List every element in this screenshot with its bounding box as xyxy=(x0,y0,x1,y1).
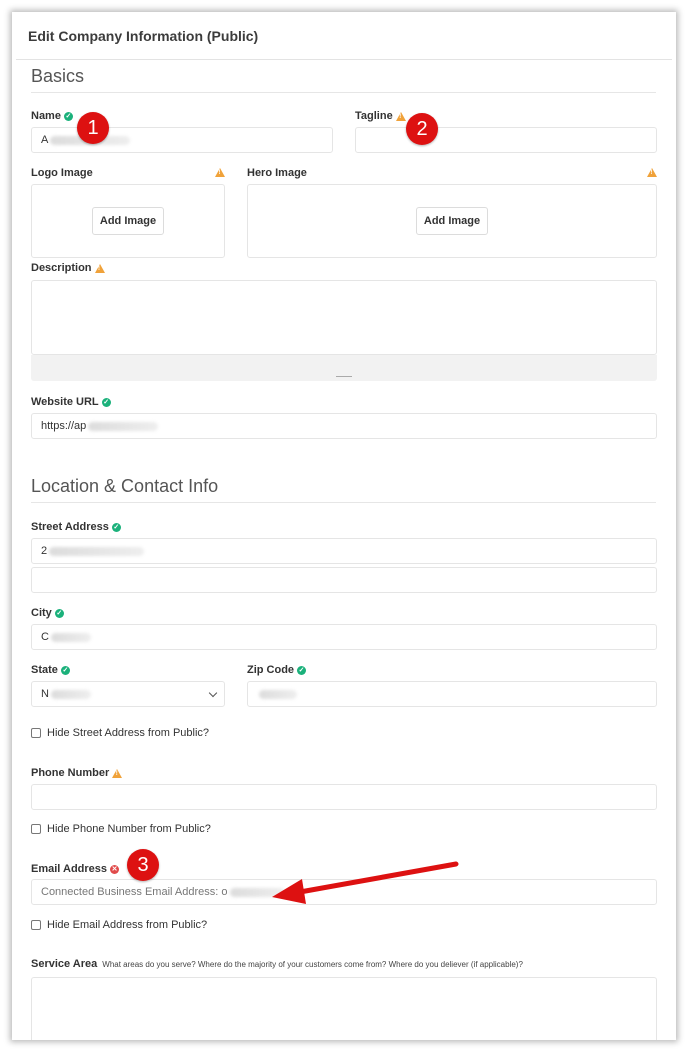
state-select[interactable]: N xyxy=(31,681,225,707)
edit-company-panel: Edit Company Information (Public) Basics… xyxy=(12,12,676,1040)
hide-street-row[interactable]: Hide Street Address from Public? xyxy=(31,727,209,739)
zip-code-input[interactable] xyxy=(247,681,657,707)
check-circle-icon: ✓ xyxy=(297,665,307,675)
state-label: State ✓ xyxy=(31,664,70,676)
redacted-text xyxy=(88,421,159,431)
section-title-location: Location & Contact Info xyxy=(31,476,219,496)
section-title-basics: Basics xyxy=(31,66,85,86)
service-area-hint: What areas do you serve? Where do the ma… xyxy=(102,959,523,969)
description-label: Description xyxy=(31,262,105,274)
hide-email-checkbox[interactable] xyxy=(31,920,41,930)
annotation-badge-2: 2 xyxy=(406,113,438,145)
editor-resize-bar[interactable] xyxy=(31,355,657,381)
city-input[interactable]: C xyxy=(31,624,657,650)
phone-number-input[interactable] xyxy=(31,784,657,810)
section-divider xyxy=(31,502,656,503)
chevron-down-icon[interactable] xyxy=(208,688,218,698)
zip-code-label: Zip Code ✓ xyxy=(247,664,307,676)
check-circle-icon: ✓ xyxy=(54,608,64,618)
tagline-label: Tagline xyxy=(355,110,406,122)
street-address-line2-input[interactable] xyxy=(31,567,657,593)
service-area-textarea[interactable] xyxy=(31,977,657,1040)
redacted-text xyxy=(229,887,285,897)
street-address-label: Street Address ✓ xyxy=(31,521,121,533)
email-address-label: Email Address ✕ xyxy=(31,863,120,875)
section-divider xyxy=(31,92,656,93)
service-area-label: Service Area What areas do you serve? Wh… xyxy=(31,958,523,970)
tagline-input[interactable] xyxy=(355,127,657,153)
redacted-text xyxy=(50,632,91,642)
error-circle-icon: ✕ xyxy=(110,864,120,874)
warning-icon xyxy=(112,768,123,779)
hide-phone-row[interactable]: Hide Phone Number from Public? xyxy=(31,823,211,835)
add-logo-image-button[interactable]: Add Image xyxy=(91,207,165,235)
add-hero-image-button[interactable]: Add Image xyxy=(415,207,489,235)
redacted-text xyxy=(259,689,297,699)
page-title: Edit Company Information (Public) xyxy=(28,28,259,44)
check-circle-icon: ✓ xyxy=(60,665,70,675)
website-url-label: Website URL ✓ xyxy=(31,396,111,408)
hide-street-checkbox[interactable] xyxy=(31,728,41,738)
hide-email-row[interactable]: Hide Email Address from Public? xyxy=(31,919,207,931)
city-label: City ✓ xyxy=(31,607,64,619)
name-label: Name ✓ xyxy=(31,110,73,122)
check-circle-icon: ✓ xyxy=(111,522,121,532)
email-address-input[interactable]: Connected Business Email Address: o xyxy=(31,879,657,905)
annotation-badge-3: 3 xyxy=(127,849,159,881)
warning-icon xyxy=(215,168,225,178)
logo-image-dropzone[interactable]: Add Image xyxy=(31,184,225,258)
warning-icon xyxy=(395,111,406,122)
resize-grip-icon[interactable] xyxy=(336,376,352,377)
panel-header: Edit Company Information (Public) xyxy=(16,16,672,60)
check-circle-icon: ✓ xyxy=(63,111,73,121)
street-address-input[interactable]: 2 xyxy=(31,538,657,564)
hide-phone-checkbox[interactable] xyxy=(31,824,41,834)
hero-image-dropzone[interactable]: Add Image xyxy=(247,184,657,258)
description-textarea[interactable] xyxy=(31,280,657,355)
redacted-text xyxy=(50,689,91,699)
annotation-badge-1: 1 xyxy=(77,112,109,144)
warning-icon xyxy=(647,168,657,178)
website-url-input[interactable]: https://ap xyxy=(31,413,657,439)
redacted-text xyxy=(49,546,145,556)
check-circle-icon: ✓ xyxy=(101,397,111,407)
phone-number-label: Phone Number xyxy=(31,767,123,779)
hero-image-label: Hero Image xyxy=(247,167,307,179)
logo-image-label: Logo Image xyxy=(31,167,93,179)
warning-icon xyxy=(94,263,105,274)
